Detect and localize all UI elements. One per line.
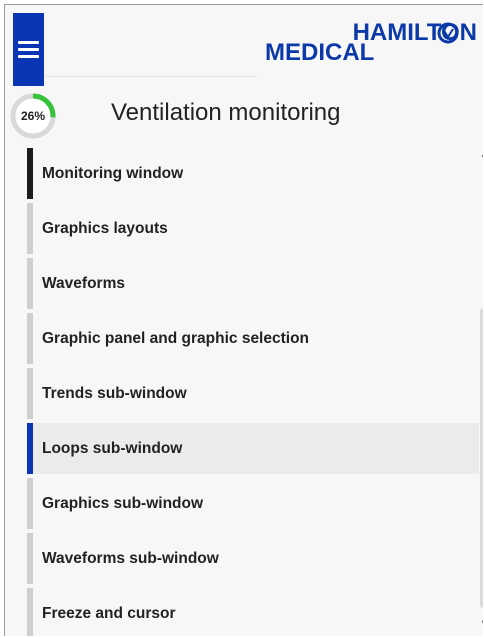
nav-item-label: Freeze and cursor <box>42 605 176 622</box>
scroll-thumb[interactable] <box>480 308 483 608</box>
nav-item-marker <box>27 203 33 254</box>
nav-item-marker <box>27 533 33 584</box>
page-title: Ventilation monitoring <box>111 99 341 126</box>
nav-item-label: Graphics sub-window <box>42 495 204 512</box>
nav-item[interactable]: Graphic panel and graphic selection <box>27 313 479 364</box>
nav-item[interactable]: Waveforms <box>27 258 479 309</box>
nav-item-label: Monitoring window <box>42 165 184 182</box>
nav-item[interactable]: Freeze and cursor <box>27 588 479 636</box>
nav-item-label: Trends sub-window <box>42 385 187 402</box>
nav-item-label: Waveforms <box>42 275 125 292</box>
app-frame: HAMILTON MEDICAL 26% Ventilation monitor… <box>4 4 483 636</box>
nav-item[interactable]: Monitoring window <box>27 148 479 199</box>
menu-button[interactable] <box>13 13 44 86</box>
hamburger-menu-icon <box>18 41 39 58</box>
nav-item[interactable]: Graphics layouts <box>27 203 479 254</box>
nav-item-marker <box>27 258 33 309</box>
nav-item-marker <box>27 423 33 474</box>
scroll-up-arrow-icon[interactable]: ▲ <box>480 153 483 159</box>
nav-item-label: Graphic panel and graphic selection <box>42 330 310 347</box>
logo-text-line2: MEDICAL <box>265 39 375 66</box>
topic-nav-list: Monitoring window Graphics layouts Wavefor… <box>27 148 479 636</box>
nav-item-label: Graphics layouts <box>42 220 168 237</box>
nav-item[interactable]: Trends sub-window <box>27 368 479 419</box>
nav-item[interactable]: Waveforms sub-window <box>27 533 479 584</box>
progress-percent: 26% <box>20 109 46 123</box>
nav-item-marker <box>27 588 33 636</box>
progress-ring: 26% <box>8 91 58 141</box>
nav-item-marker <box>27 148 33 199</box>
nav-item-marker <box>27 368 33 419</box>
hamilton-medical-logo: HAMILTON MEDICAL <box>265 21 477 67</box>
nav-item-marker <box>27 313 33 364</box>
scroll-down-arrow-icon[interactable]: ▼ <box>480 620 483 626</box>
nav-item-label: Waveforms sub-window <box>42 550 219 567</box>
nav-item-label: Loops sub-window <box>42 440 183 457</box>
nav-item[interactable]: Loops sub-window <box>27 423 479 474</box>
scrollbar[interactable]: ▲ ▼ <box>480 148 483 636</box>
nav-item-marker <box>27 478 33 529</box>
header-divider <box>45 76 257 77</box>
nav-item[interactable]: Graphics sub-window <box>27 478 479 529</box>
